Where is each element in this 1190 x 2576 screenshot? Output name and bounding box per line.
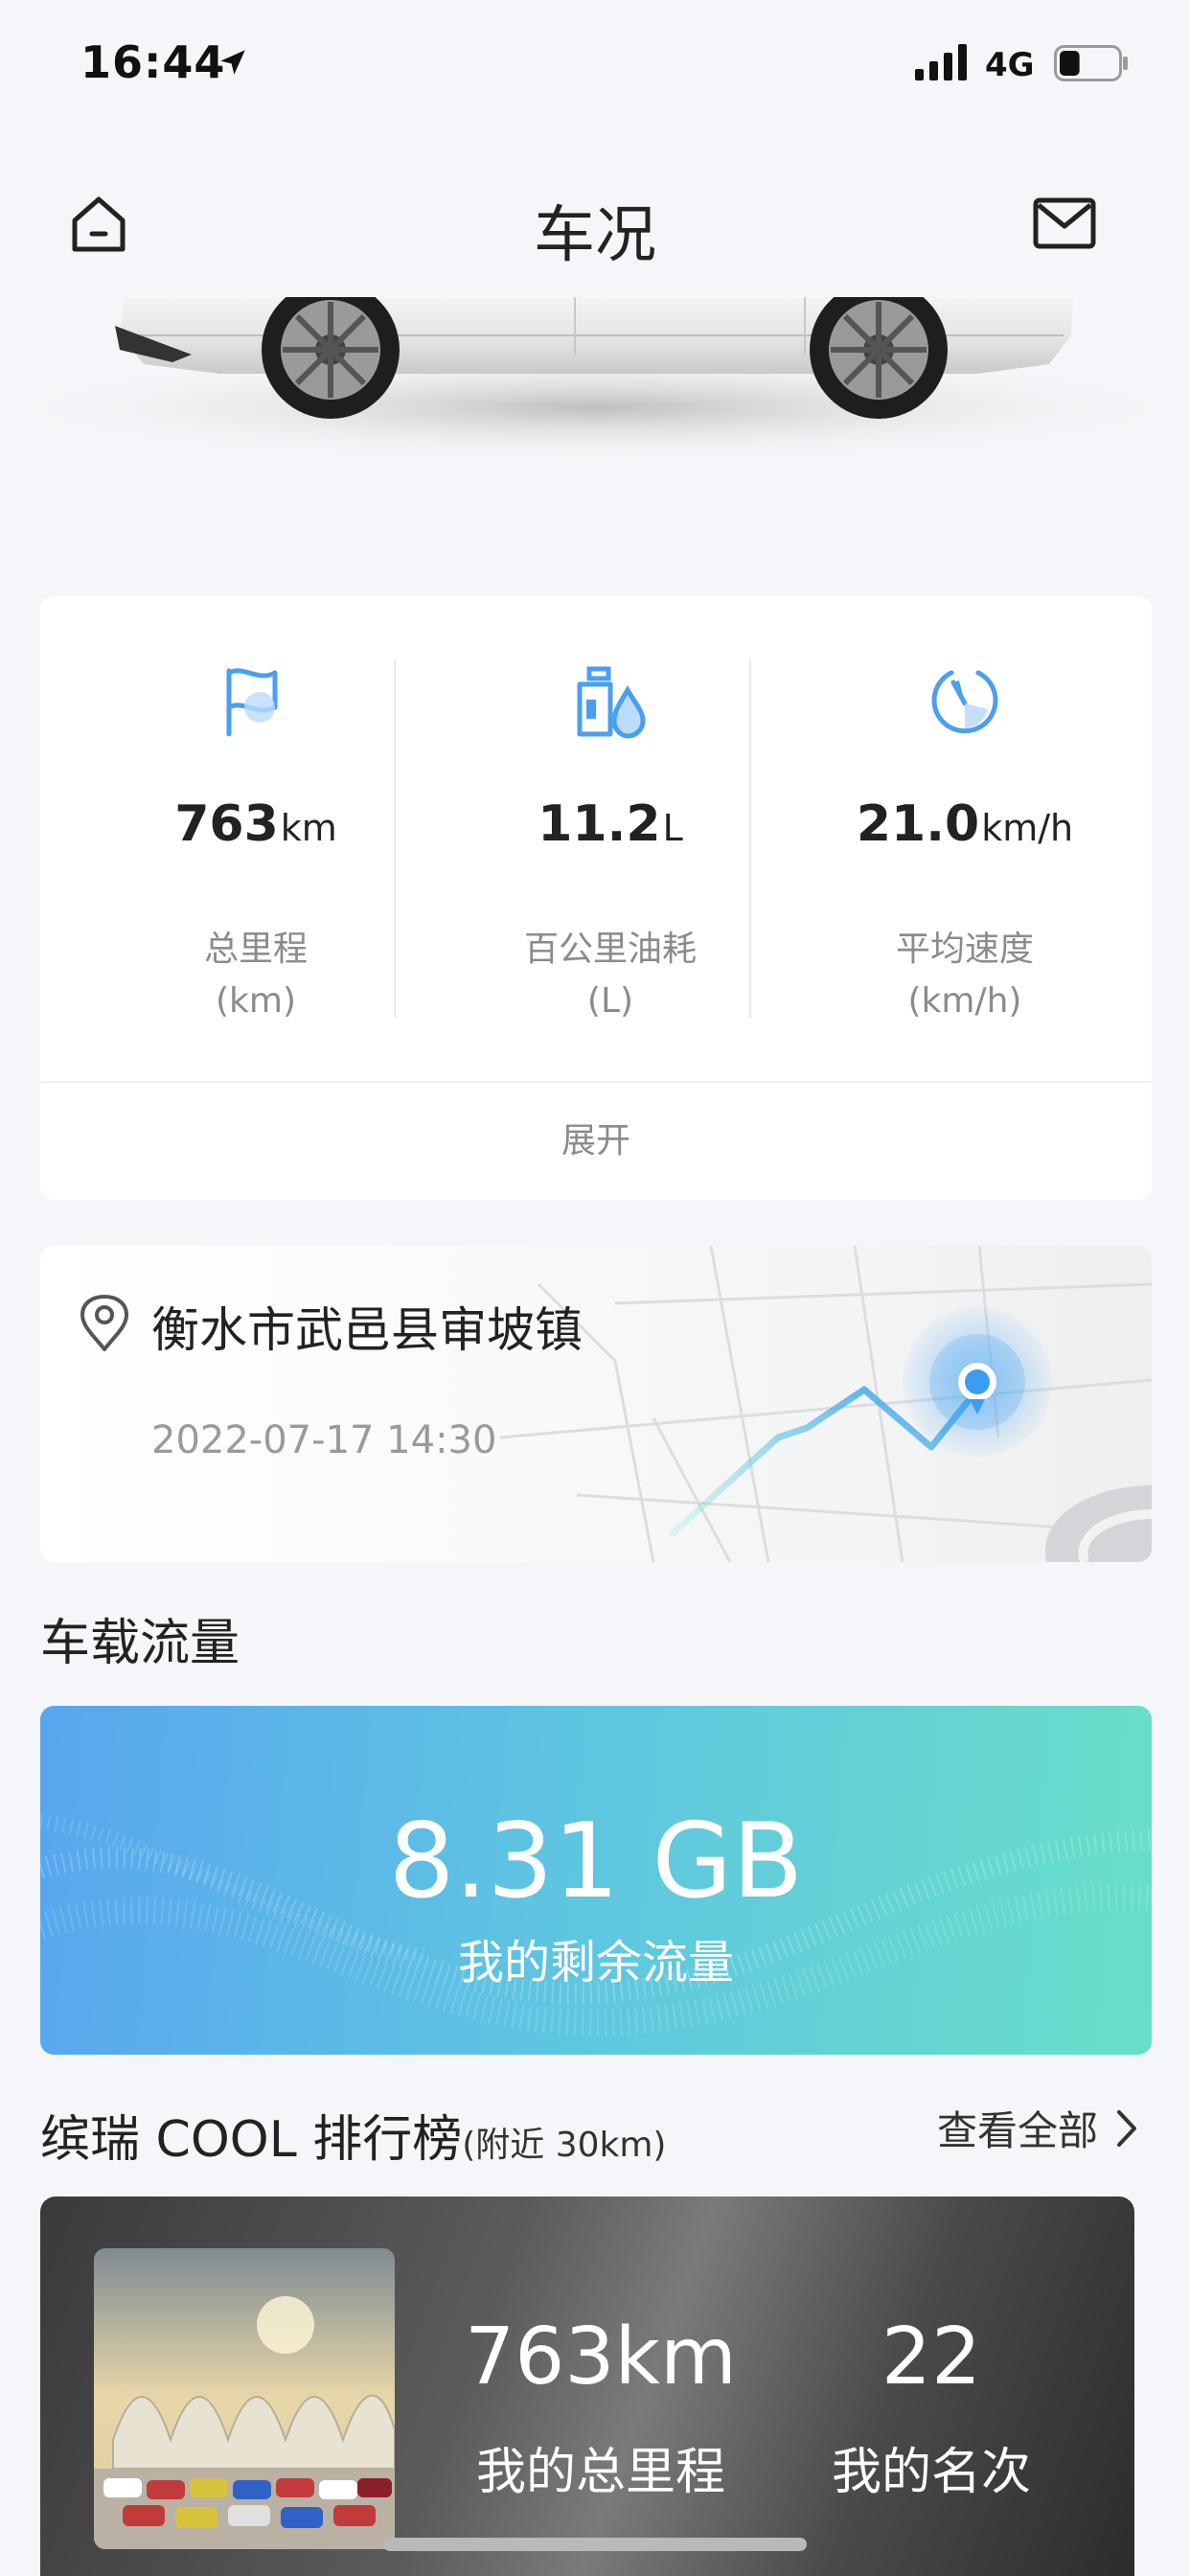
status-time: 16:44 [80, 36, 226, 88]
location-arrow-icon [220, 50, 245, 75]
vehicle-stats-card: 763km 总里程 (km) 11.2L 百公里油耗 (L) 21.0km/h … [40, 596, 1152, 1200]
fuel-icon [577, 666, 646, 739]
status-bar: 16:44 4G [0, 0, 1190, 129]
location-timestamp: 2022-07-17 14:30 [151, 1418, 497, 1462]
ranking-subtitle: (附近 30km) [462, 2126, 667, 2165]
divider [749, 659, 751, 1018]
signal-icon [915, 44, 967, 80]
divider [394, 659, 396, 1018]
stat-fuel-consumption: 11.2L 百公里油耗 (L) [433, 596, 788, 1021]
stat-sublabel: (L) [586, 981, 634, 1021]
network-type: 4G [985, 46, 1035, 84]
stat-value: 763 [174, 795, 279, 853]
ranking-photo [94, 2248, 395, 2549]
data-usage-card[interactable]: 8.31 GB 我的剩余流量 [40, 1706, 1152, 2055]
stat-total-mileage: 763km 总里程 (km) [79, 596, 433, 1021]
stat-unit: L [662, 807, 683, 849]
section-title-ranking: 缤瑞 COOL 排行榜(附近 30km) [40, 2099, 666, 2171]
battery-icon [1054, 45, 1128, 81]
stat-sublabel: (km) [215, 981, 296, 1021]
stat-value: 21.0 [856, 795, 980, 853]
see-all-button[interactable]: 查看全部 [937, 2099, 1138, 2157]
vehicle-location-card[interactable]: 衡水市武邑县审坡镇 2022-07-17 14:30 [40, 1246, 1152, 1562]
car-image [0, 297, 1190, 537]
data-remaining-label: 我的剩余流量 [457, 1936, 734, 1990]
location-address: 衡水市武邑县审坡镇 [151, 1302, 583, 1358]
my-rank-label: 我的名次 [831, 2444, 1031, 2501]
page-title: 车况 [534, 200, 656, 271]
my-rank: 22 [881, 2312, 982, 2403]
stat-sublabel: (km/h) [907, 981, 1022, 1021]
stat-unit: km [280, 807, 337, 849]
mail-icon[interactable] [1033, 197, 1096, 249]
section-title-data: 车载流量 [40, 1615, 240, 1672]
stat-unit: km/h [981, 807, 1074, 849]
stat-average-speed: 21.0km/h 平均速度 (km/h) [788, 596, 1142, 1021]
my-total-mileage-label: 我的总里程 [475, 2444, 725, 2501]
speedometer-icon [931, 670, 998, 734]
flag-icon [226, 668, 278, 737]
ranking-card[interactable]: 763km 我的总里程 22 我的名次 [40, 2196, 1134, 2576]
header: 车况 [0, 163, 1190, 288]
chevron-right-icon [1117, 2109, 1136, 2147]
data-remaining-value: 8.31 GB [388, 1802, 804, 1921]
see-all-label: 查看全部 [936, 2107, 1098, 2154]
stat-label: 平均速度 [895, 930, 1034, 969]
ranking-title: 缤瑞 COOL 排行榜 [40, 2111, 463, 2169]
expand-button[interactable]: 展开 [40, 1083, 1152, 1200]
stat-label: 总里程 [203, 930, 308, 969]
home-indicator[interactable] [383, 2538, 807, 2551]
stat-value: 11.2 [538, 795, 661, 853]
my-total-mileage: 763km [465, 2312, 737, 2403]
location-pin-icon [80, 1295, 128, 1351]
stat-label: 百公里油耗 [523, 930, 697, 969]
